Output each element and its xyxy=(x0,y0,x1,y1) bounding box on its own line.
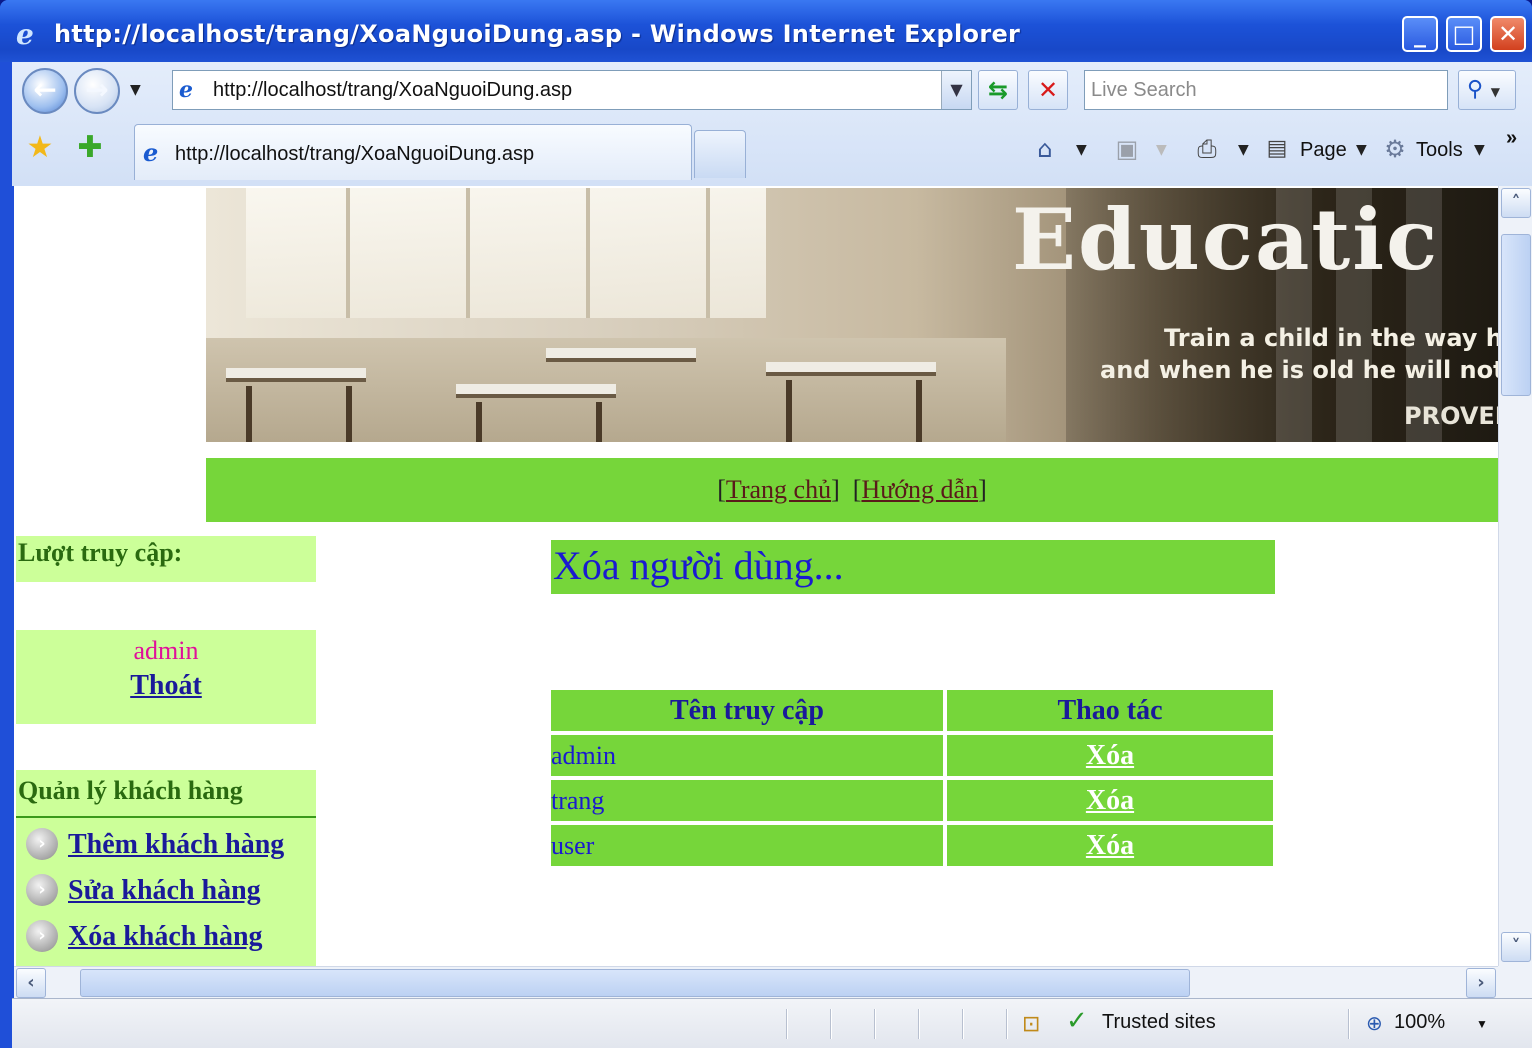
search-input[interactable]: Live Search xyxy=(1084,70,1448,110)
home-icon[interactable]: ⌂ xyxy=(1028,132,1062,166)
address-bar[interactable]: e http://localhost/trang/XoaNguoiDung.as… xyxy=(172,70,972,110)
title-bar: e http://localhost/trang/XoaNguoiDung.as… xyxy=(0,0,1532,62)
address-input[interactable]: http://localhost/trang/XoaNguoiDung.asp xyxy=(213,79,572,102)
trusted-check-icon: ✓ xyxy=(1066,1005,1088,1035)
scroll-up-button[interactable]: ˄ xyxy=(1501,188,1531,218)
add-favorite-icon[interactable]: ✚ xyxy=(72,130,108,166)
visit-counter-box: Lượt truy cập: xyxy=(16,536,316,582)
username-cell: user xyxy=(551,825,943,866)
maximize-button[interactable]: □ xyxy=(1446,16,1482,52)
banner-proverb: PROVER xyxy=(1404,402,1498,430)
new-tab-button[interactable] xyxy=(694,130,746,178)
banner-quote-line1: Train a child in the way he sh xyxy=(1164,324,1498,352)
minimize-button[interactable]: _ xyxy=(1402,16,1438,52)
back-button[interactable]: ← xyxy=(22,68,68,114)
forward-button[interactable]: → xyxy=(74,68,120,114)
zoom-icon: ⊕ xyxy=(1366,1013,1383,1035)
close-button[interactable]: ✕ xyxy=(1490,16,1526,52)
page-title: Xóa người dùng... xyxy=(551,540,1275,594)
tab-title: http://localhost/trang/XoaNguoiDung.asp xyxy=(175,143,535,165)
vertical-scrollbar[interactable]: ˄ ˅ xyxy=(1498,186,1532,966)
delete-user-link[interactable]: Xóa xyxy=(1086,740,1134,771)
delete-user-link[interactable]: Xóa xyxy=(1086,785,1134,816)
home-dropdown-icon[interactable]: ▼ xyxy=(1076,142,1087,158)
scroll-left-button[interactable]: ‹ xyxy=(16,968,46,998)
current-username: admin xyxy=(133,636,199,665)
page-viewport: Educatic Train a child in the way he sh … xyxy=(14,186,1498,966)
horizontal-scrollbar[interactable]: ‹ › xyxy=(14,966,1498,998)
logout-link[interactable]: Thoát xyxy=(16,666,316,702)
arrow-circle-icon: › xyxy=(26,920,58,952)
customers-heading: Quản lý khách hàng xyxy=(16,770,316,818)
page-dropdown-icon[interactable]: ▼ xyxy=(1356,142,1367,158)
scroll-right-button[interactable]: › xyxy=(1466,968,1496,998)
tab-page-icon: e xyxy=(143,138,159,167)
sidebar-item-delete-customer[interactable]: › Xóa khách hàng xyxy=(16,914,316,960)
more-tools-chevron[interactable]: » xyxy=(1506,120,1517,156)
search-button[interactable]: ⚲ ▼ xyxy=(1458,70,1516,110)
horizontal-scroll-thumb[interactable] xyxy=(80,969,1190,997)
tools-dropdown-icon[interactable]: ▼ xyxy=(1474,142,1485,158)
feeds-dropdown-icon: ▼ xyxy=(1156,142,1167,158)
refresh-button[interactable]: ⇆ xyxy=(978,70,1018,110)
favorites-star-icon[interactable]: ★ xyxy=(22,130,58,166)
print-dropdown-icon[interactable]: ▼ xyxy=(1238,142,1249,158)
feeds-icon[interactable]: ▣ xyxy=(1110,132,1144,166)
zoom-level[interactable]: 100% xyxy=(1394,1011,1445,1034)
delete-user-link[interactable]: Xóa xyxy=(1086,830,1134,861)
table-row: trang Xóa xyxy=(551,780,1273,821)
banner-quote-line2: and when he is old he will not turn xyxy=(1100,356,1498,384)
banner-title: Educatic xyxy=(1012,190,1440,289)
scroll-down-button[interactable]: ˅ xyxy=(1501,932,1531,962)
print-icon[interactable]: ⎙ xyxy=(1190,132,1224,166)
security-zone-label[interactable]: Trusted sites xyxy=(1102,1011,1216,1034)
user-box: admin Thoát xyxy=(16,630,316,724)
education-banner: Educatic Train a child in the way he sh … xyxy=(206,188,1498,442)
zoom-dropdown-icon[interactable]: ▼ xyxy=(1476,1017,1488,1031)
table-row: admin Xóa xyxy=(551,735,1273,776)
users-table: Tên truy cập Thao tác admin Xóa trang Xó… xyxy=(547,686,1277,870)
username-cell: trang xyxy=(551,780,943,821)
scrollbar-corner xyxy=(1498,966,1532,998)
page-menu-icon[interactable]: ▤ xyxy=(1260,132,1294,166)
tools-menu-button[interactable]: Tools xyxy=(1416,132,1463,168)
sidebar-item-add-customer[interactable]: › Thêm khách hàng xyxy=(16,822,316,868)
address-dropdown-icon[interactable]: ▼ xyxy=(941,71,971,109)
page-icon: e xyxy=(179,77,193,103)
table-row: user Xóa xyxy=(551,825,1273,866)
nav-home-link[interactable]: Trang chủ xyxy=(726,475,831,504)
window-title: http://localhost/trang/XoaNguoiDung.asp … xyxy=(54,20,1021,48)
browser-toolbar: ← → ▼ e http://localhost/trang/XoaNguoiD… xyxy=(12,62,1532,186)
browser-window: e http://localhost/trang/XoaNguoiDung.as… xyxy=(0,0,1532,1048)
vertical-scroll-thumb[interactable] xyxy=(1501,234,1531,396)
stop-button[interactable]: ✕ xyxy=(1028,70,1068,110)
recent-pages-dropdown-icon[interactable]: ▼ xyxy=(130,82,141,98)
tools-gear-icon[interactable]: ⚙ xyxy=(1378,132,1412,166)
arrow-circle-icon: › xyxy=(26,828,58,860)
tab-current-page[interactable]: e http://localhost/trang/XoaNguoiDung.as… xyxy=(134,124,692,180)
visits-heading: Lượt truy cập: xyxy=(18,538,183,567)
column-header-action: Thao tác xyxy=(947,690,1273,731)
customer-management-box: Quản lý khách hàng › Thêm khách hàng › S… xyxy=(16,770,316,966)
page-menu-button[interactable]: Page xyxy=(1300,132,1347,168)
sidebar-item-edit-customer[interactable]: › Sửa khách hàng xyxy=(16,868,316,914)
protected-mode-icon[interactable]: ⊡ xyxy=(1022,1011,1040,1037)
nav-guide-link[interactable]: Hướng dẫn xyxy=(861,475,978,504)
top-navigation: [Trang chủ] [Hướng dẫn] xyxy=(206,458,1498,522)
ie-logo-icon: e xyxy=(16,18,34,51)
status-bar: ⊡ ✓ Trusted sites ⊕ 100% ▼ xyxy=(12,998,1532,1048)
arrow-circle-icon: › xyxy=(26,874,58,906)
column-header-username: Tên truy cập xyxy=(551,690,943,731)
username-cell: admin xyxy=(551,735,943,776)
